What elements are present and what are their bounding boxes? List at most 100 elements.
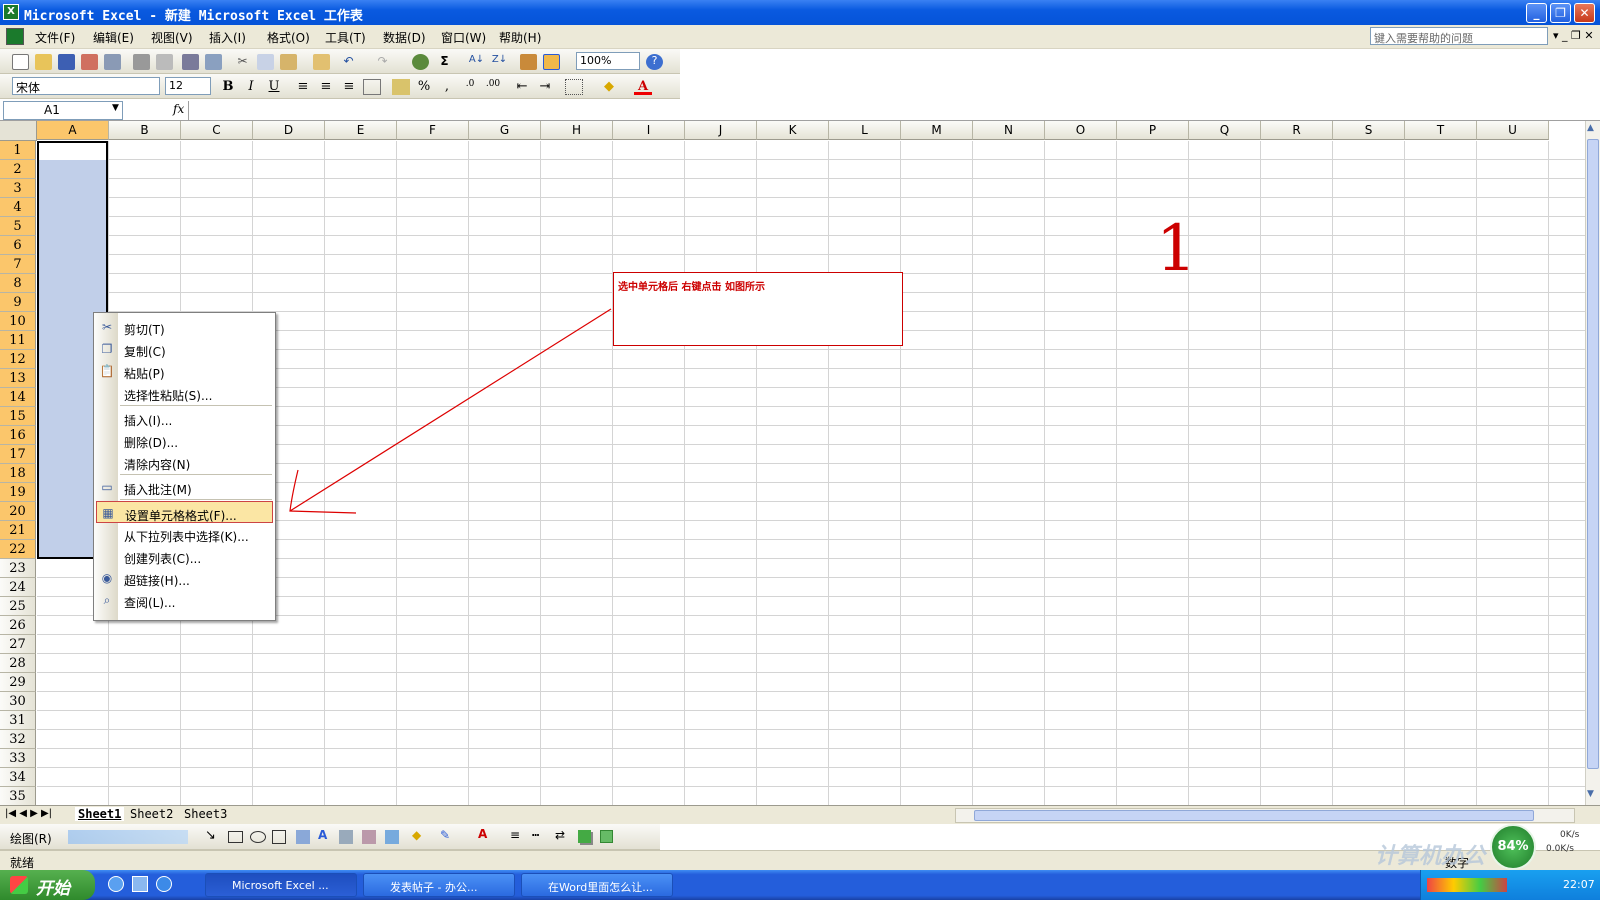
column-header-a[interactable]: A xyxy=(37,121,109,140)
menu-view[interactable]: 视图(V) xyxy=(151,29,193,46)
borders-icon[interactable] xyxy=(565,79,583,95)
row-header-13[interactable]: 13 xyxy=(0,369,36,388)
line-color-icon[interactable]: ✎ xyxy=(440,828,450,842)
task-word-question[interactable]: 在Word里面怎么让... xyxy=(521,873,673,897)
column-header-m[interactable]: M xyxy=(901,121,973,140)
browser-icon[interactable] xyxy=(156,876,172,892)
minimize-button[interactable]: _ xyxy=(1526,3,1547,23)
column-header-k[interactable]: K xyxy=(757,121,829,140)
open-icon[interactable] xyxy=(35,54,52,70)
row-header-32[interactable]: 32 xyxy=(0,730,36,749)
increase-decimal-icon[interactable]: .0 xyxy=(461,79,479,95)
row-header-22[interactable]: 22 xyxy=(0,540,36,559)
context-menu-item-6[interactable]: 删除(D)... xyxy=(96,429,273,451)
row-header-34[interactable]: 34 xyxy=(0,768,36,787)
research-icon[interactable] xyxy=(205,54,222,70)
column-header-g[interactable]: G xyxy=(469,121,541,140)
row-header-4[interactable]: 4 xyxy=(0,198,36,217)
clock[interactable]: 22:07 xyxy=(1563,878,1595,891)
tab-sheet1[interactable]: Sheet1 xyxy=(75,807,125,821)
select-all-button[interactable] xyxy=(0,121,37,141)
chart-wizard-icon[interactable] xyxy=(520,54,537,70)
doc-minimize-icon[interactable]: ▾ _ ❐ ✕ xyxy=(1553,29,1594,42)
insert-function-button[interactable]: fx xyxy=(173,102,184,116)
menu-tools[interactable]: 工具(T) xyxy=(325,29,366,46)
picture-icon[interactable] xyxy=(385,830,399,844)
menu-help[interactable]: 帮助(H) xyxy=(499,29,541,46)
row-header-16[interactable]: 16 xyxy=(0,426,36,445)
row-header-28[interactable]: 28 xyxy=(0,654,36,673)
column-header-u[interactable]: U xyxy=(1477,121,1549,140)
column-header-t[interactable]: T xyxy=(1405,121,1477,140)
align-left-icon[interactable]: ≡ xyxy=(294,79,312,95)
underline-button[interactable]: U xyxy=(265,79,283,95)
scroll-thumb[interactable] xyxy=(1587,139,1599,769)
fill-color-icon[interactable]: ◆ xyxy=(600,79,618,95)
context-menu-item-12[interactable]: ◉ 超链接(H)... xyxy=(96,567,273,589)
draw-fill-color-icon[interactable]: ◆ xyxy=(412,828,421,842)
bold-button[interactable]: B xyxy=(219,79,237,95)
context-menu-item-11[interactable]: 创建列表(C)... xyxy=(96,545,273,567)
speed-badge[interactable]: 84% xyxy=(1490,824,1536,870)
row-header-18[interactable]: 18 xyxy=(0,464,36,483)
spelling-icon[interactable] xyxy=(182,54,199,70)
context-menu-item-7[interactable]: 清除内容(N) xyxy=(96,451,273,473)
zoom-select[interactable]: 100% xyxy=(576,52,640,70)
tab-sheet3[interactable]: Sheet3 xyxy=(184,807,227,821)
context-menu-item-3[interactable]: 📋 粘贴(P) xyxy=(96,360,273,382)
row-header-31[interactable]: 31 xyxy=(0,711,36,730)
format-painter-icon[interactable] xyxy=(313,54,330,70)
column-header-i[interactable]: I xyxy=(613,121,685,140)
dash-style-icon[interactable]: ┅ xyxy=(532,828,539,842)
currency-icon[interactable] xyxy=(392,79,410,95)
sort-descending-icon[interactable]: Z↓ xyxy=(491,54,508,70)
hyperlink-icon[interactable] xyxy=(412,54,429,70)
undo-icon[interactable]: ↶ xyxy=(340,54,357,70)
redo-icon[interactable]: ↷ xyxy=(374,54,391,70)
row-header-10[interactable]: 10 xyxy=(0,312,36,331)
draw-menu-button[interactable]: 绘图(R) xyxy=(10,830,52,847)
help-icon[interactable]: ? xyxy=(646,54,663,70)
column-header-j[interactable]: J xyxy=(685,121,757,140)
row-header-2[interactable]: 2 xyxy=(0,160,36,179)
row-header-25[interactable]: 25 xyxy=(0,597,36,616)
save-icon[interactable] xyxy=(58,54,75,70)
horizontal-scrollbar[interactable] xyxy=(955,808,1575,823)
wordart-icon[interactable] xyxy=(296,830,310,844)
help-search-input[interactable]: 键入需要帮助的问题 xyxy=(1370,27,1548,45)
diagram-icon[interactable] xyxy=(339,830,353,844)
autoshapes-icons[interactable] xyxy=(68,830,188,844)
decrease-decimal-icon[interactable]: .00 xyxy=(484,79,502,95)
rectangle-tool-icon[interactable] xyxy=(228,831,243,843)
textbox-tool-icon[interactable] xyxy=(272,830,286,844)
active-cell[interactable] xyxy=(37,141,108,160)
arrow-tool-icon[interactable]: ↘ xyxy=(205,828,216,843)
decrease-indent-icon[interactable]: ⇤ xyxy=(513,79,531,95)
copy-icon[interactable] xyxy=(257,54,274,70)
restore-button[interactable]: ❐ xyxy=(1550,3,1571,23)
column-header-e[interactable]: E xyxy=(325,121,397,140)
new-icon[interactable] xyxy=(12,54,29,70)
row-header-29[interactable]: 29 xyxy=(0,673,36,692)
email-icon[interactable] xyxy=(104,54,121,70)
row-header-17[interactable]: 17 xyxy=(0,445,36,464)
context-menu-item-4[interactable]: 选择性粘贴(S)... xyxy=(96,382,273,404)
increase-indent-icon[interactable]: ⇥ xyxy=(536,79,554,95)
row-header-30[interactable]: 30 xyxy=(0,692,36,711)
formula-input[interactable] xyxy=(188,101,1588,120)
menu-insert[interactable]: 插入(I) xyxy=(209,29,246,46)
menu-edit[interactable]: 编辑(E) xyxy=(93,29,134,46)
row-header-14[interactable]: 14 xyxy=(0,388,36,407)
column-header-r[interactable]: R xyxy=(1261,121,1333,140)
column-header-l[interactable]: L xyxy=(829,121,901,140)
row-header-20[interactable]: 20 xyxy=(0,502,36,521)
context-menu-item-8[interactable]: ▭ 插入批注(M) xyxy=(96,476,273,498)
context-menu-item-5[interactable]: 插入(I)... xyxy=(96,407,273,429)
tab-nav-icon[interactable]: |◀ ◀ ▶ ▶| xyxy=(5,808,52,819)
scroll-up-icon[interactable]: ▲ xyxy=(1587,123,1594,133)
comma-button[interactable]: , xyxy=(438,79,456,95)
row-header-11[interactable]: 11 xyxy=(0,331,36,350)
oval-tool-icon[interactable] xyxy=(250,831,266,843)
row-header-24[interactable]: 24 xyxy=(0,578,36,597)
line-style-icon[interactable]: ≡ xyxy=(510,828,520,842)
